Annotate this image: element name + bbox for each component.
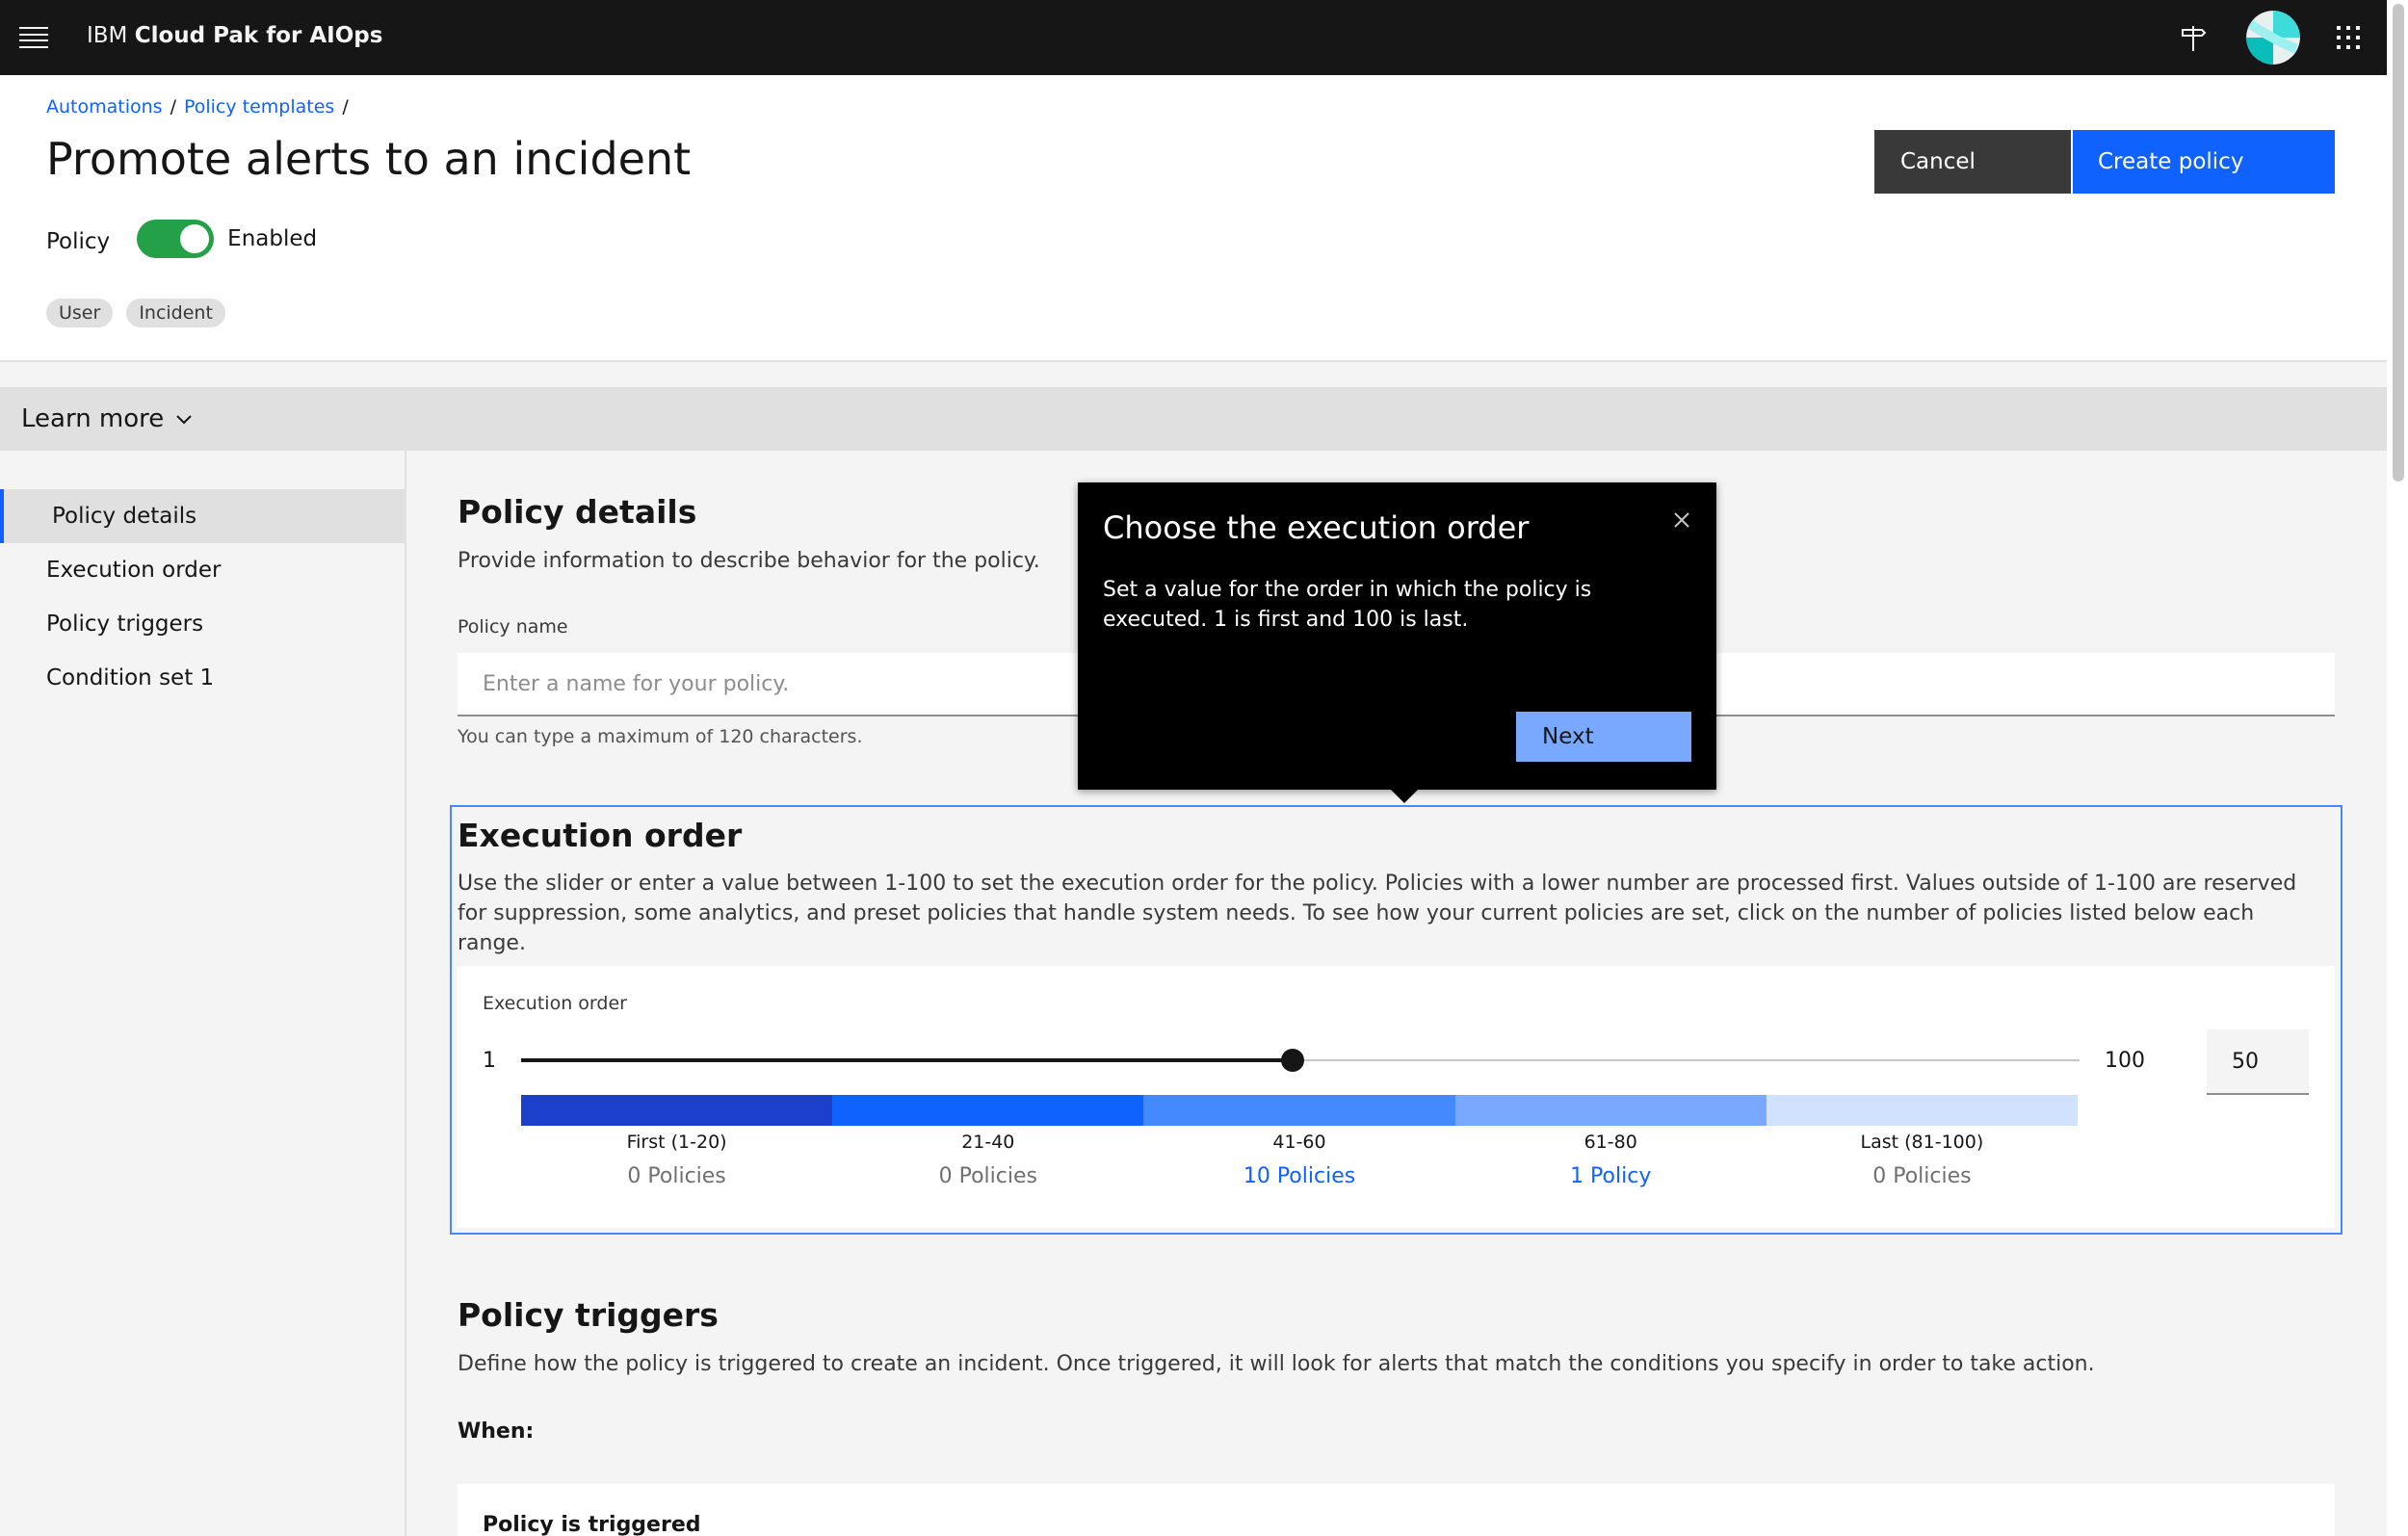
- create-policy-button[interactable]: Create policy: [2073, 130, 2335, 194]
- policy-trigger-panel: Policy is triggered: [458, 1484, 2335, 1536]
- range-policy-count-link[interactable]: 1 Policy: [1455, 1164, 1767, 1188]
- range-label: 21-40: [961, 1132, 1015, 1153]
- toggle-state-text: Enabled: [227, 226, 318, 251]
- slider-track-fill: [521, 1058, 1293, 1062]
- avatar[interactable]: [2246, 11, 2300, 65]
- page-header: Automations / Policy templates / Promote…: [0, 75, 2387, 362]
- policy-name-helper: You can type a maximum of 120 characters…: [458, 726, 863, 747]
- tag-user: User: [46, 299, 114, 327]
- close-icon[interactable]: [1667, 506, 1696, 534]
- top-nav-bar: IBM Cloud Pak for AIOps: [0, 0, 2387, 75]
- breadcrumb-policy-templates[interactable]: Policy templates: [184, 96, 334, 117]
- scrollbar-thumb[interactable]: [2393, 4, 2404, 482]
- range-bar: [1454, 1095, 1767, 1126]
- signpost-icon[interactable]: [2169, 13, 2217, 62]
- app-switcher-icon[interactable]: [2324, 13, 2372, 62]
- sidebar-item-execution-order[interactable]: Execution order: [0, 543, 405, 597]
- execution-order-description: Use the slider or enter a value between …: [458, 872, 2297, 955]
- breadcrumb-separator: /: [170, 96, 176, 117]
- range-61-80: 61-80 1 Policy: [1454, 1095, 1767, 1188]
- range-bar: [832, 1095, 1144, 1126]
- range-policy-count: 0 Policies: [627, 1164, 726, 1188]
- slider-thumb[interactable]: [1280, 1049, 1304, 1072]
- slider-min-value: 1: [483, 1049, 496, 1073]
- page-title: Promote alerts to an incident: [46, 133, 692, 185]
- sidebar-item-policy-details[interactable]: Policy details: [0, 489, 405, 543]
- breadcrumb-separator: /: [342, 96, 349, 117]
- tooltip-title: Choose the execution order: [1103, 509, 1530, 546]
- execution-ranges: First (1-20) 0 Policies 21-40 0 Policies…: [521, 1095, 2079, 1188]
- policy-label: Policy: [46, 229, 111, 254]
- breadcrumb-automations[interactable]: Automations: [46, 96, 163, 117]
- execution-order-number-input[interactable]: [2207, 1029, 2309, 1095]
- tooltip-body: Set a value for the order in which the p…: [1103, 578, 1592, 632]
- policy-name-label: Policy name: [458, 616, 568, 638]
- slider-label: Execution order: [483, 993, 627, 1014]
- range-21-40: 21-40 0 Policies: [832, 1095, 1144, 1188]
- next-button[interactable]: Next: [1516, 712, 1691, 762]
- range-label: 61-80: [1584, 1132, 1637, 1153]
- slider-max-value: 100: [2105, 1049, 2145, 1073]
- when-label: When:: [458, 1419, 535, 1444]
- policy-enabled-toggle[interactable]: [137, 220, 215, 258]
- range-41-60: 41-60 10 Policies: [1143, 1095, 1455, 1188]
- policy-toggle-row: Policy Enabled: [46, 220, 317, 258]
- range-bar: [1766, 1095, 2079, 1126]
- execution-order-slider-panel: Execution order 1 100 First (1-20) 0 Pol…: [458, 966, 2335, 1228]
- policy-triggers-description: Define how the policy is triggered to cr…: [458, 1352, 2095, 1376]
- range-last: Last (81-100) 0 Policies: [1766, 1095, 2079, 1188]
- tooltip-caret: [1391, 790, 1418, 803]
- brand-prefix: IBM: [87, 23, 128, 48]
- section-sidebar: Policy details Execution order Policy tr…: [0, 451, 406, 1536]
- range-policy-count: 0 Policies: [1872, 1164, 1972, 1188]
- range-label: 41-60: [1272, 1132, 1326, 1153]
- chevron-down-icon: [176, 415, 192, 425]
- range-first: First (1-20) 0 Policies: [521, 1095, 833, 1188]
- hamburger-menu-icon[interactable]: [17, 23, 50, 52]
- range-bar: [1143, 1095, 1455, 1126]
- policy-triggered-heading: Policy is triggered: [483, 1513, 701, 1536]
- learn-more-toggle[interactable]: Learn more: [0, 387, 2387, 451]
- sidebar-item-condition-set-1[interactable]: Condition set 1: [0, 651, 405, 705]
- range-label: First (1-20): [626, 1132, 727, 1153]
- guided-tour-tooltip: Choose the execution order Set a value f…: [1078, 482, 1716, 803]
- brand-product: Cloud Pak for AIOps: [134, 23, 383, 48]
- breadcrumb: Automations / Policy templates /: [46, 96, 349, 117]
- execution-order-title: Execution order: [458, 817, 743, 854]
- brand-name[interactable]: IBM Cloud Pak for AIOps: [87, 23, 382, 48]
- policy-details-title: Policy details: [458, 493, 697, 531]
- range-policy-count-link[interactable]: 10 Policies: [1143, 1164, 1454, 1188]
- range-label: Last (81-100): [1860, 1132, 1984, 1153]
- learn-more-label: Learn more: [21, 404, 165, 433]
- tag-incident: Incident: [126, 299, 225, 327]
- tag-list: User Incident: [46, 299, 225, 327]
- policy-triggers-title: Policy triggers: [458, 1296, 719, 1334]
- sidebar-item-policy-triggers[interactable]: Policy triggers: [0, 597, 405, 651]
- policy-details-description: Provide information to describe behavior…: [458, 549, 1040, 573]
- cancel-button[interactable]: Cancel: [1874, 130, 2071, 194]
- range-bar: [521, 1095, 833, 1126]
- range-policy-count: 0 Policies: [938, 1164, 1037, 1188]
